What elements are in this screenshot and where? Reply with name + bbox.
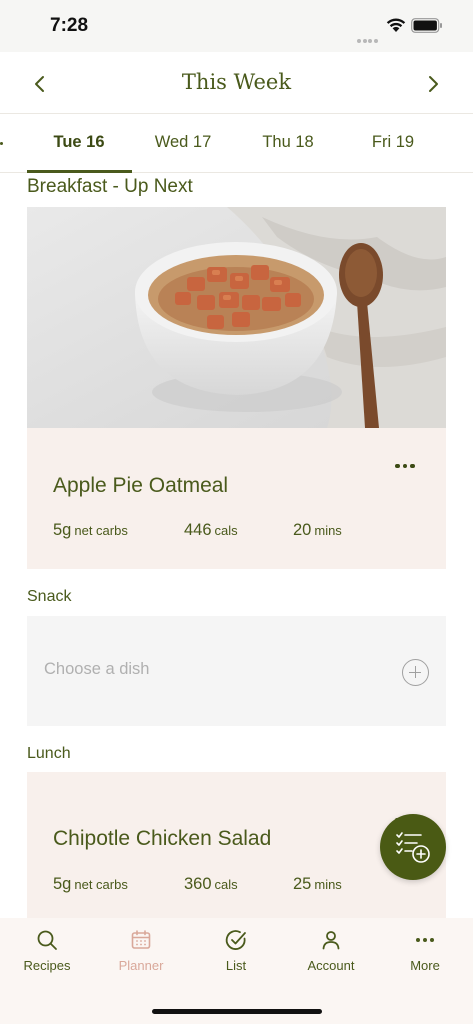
- active-tab-indicator: [27, 170, 132, 173]
- lunch-prep-time: 25 mins: [293, 875, 342, 893]
- breakfast-card[interactable]: Apple Pie Oatmeal 5g net carbs 446 cals 20…: [27, 428, 446, 569]
- lunch-section-label: Lunch: [27, 745, 71, 762]
- home-indicator: [152, 1009, 322, 1014]
- breakfast-section-label: Breakfast - Up Next: [27, 176, 193, 197]
- week-header: This Week: [0, 52, 473, 114]
- snack-section-label: Snack: [27, 588, 72, 605]
- status-time: 7:28: [50, 15, 89, 36]
- lunch-calories: 360 cals: [184, 875, 238, 893]
- breakfast-calories: 446 cals: [184, 521, 238, 539]
- day-tabs: Tue 16 Wed 17 Thu 18 Fri 19: [0, 115, 473, 173]
- status-bar: 7:28: [0, 0, 473, 52]
- breakfast-photo[interactable]: [27, 207, 446, 428]
- calendar-icon: [131, 930, 151, 949]
- tab-planner[interactable]: Planner: [94, 928, 188, 973]
- tab-list[interactable]: List: [189, 928, 283, 973]
- tab-planner-label: Planner: [118, 958, 164, 973]
- lunch-net-carbs: 5g net carbs: [53, 875, 128, 893]
- tab-more[interactable]: More: [378, 928, 472, 973]
- previous-day-edge: [0, 142, 3, 145]
- tab-recipes-label: Recipes: [23, 958, 71, 973]
- tab-account[interactable]: Account: [284, 928, 378, 973]
- snack-card[interactable]: Choose a dish: [27, 616, 446, 726]
- breakfast-meal-name: Apple Pie Oatmeal: [53, 474, 229, 497]
- breakfast-more-icon[interactable]: [395, 455, 421, 468]
- choose-dish-placeholder: Choose a dish: [44, 660, 150, 678]
- tab-account-label: Account: [307, 958, 355, 973]
- lunch-meal-name: Chipotle Chicken Salad: [53, 827, 272, 850]
- breakfast-net-carbs: 5g net carbs: [53, 521, 128, 539]
- tab-tue-16[interactable]: Tue 16: [27, 133, 131, 152]
- check-circle-icon: [225, 930, 246, 950]
- chevron-right-icon[interactable]: [421, 72, 445, 96]
- tab-list-label: List: [225, 958, 247, 973]
- add-to-list-button[interactable]: [380, 814, 446, 880]
- signal-icon: [357, 30, 379, 43]
- tab-thu-18[interactable]: Thu 18: [236, 133, 340, 152]
- more-dots-icon: [416, 938, 434, 942]
- list-add-icon: [396, 832, 430, 863]
- battery-icon: [411, 18, 442, 33]
- tab-more-label: More: [410, 958, 440, 973]
- search-icon: [37, 930, 57, 950]
- wifi-icon: [386, 18, 406, 32]
- tab-wed-17[interactable]: Wed 17: [131, 133, 235, 152]
- breakfast-prep-time: 20 mins: [293, 521, 342, 539]
- add-dish-icon[interactable]: [402, 659, 429, 686]
- page-title: This Week: [181, 70, 292, 94]
- tab-fri-19[interactable]: Fri 19: [341, 133, 445, 152]
- tab-recipes[interactable]: Recipes: [0, 928, 94, 973]
- person-icon: [322, 931, 340, 950]
